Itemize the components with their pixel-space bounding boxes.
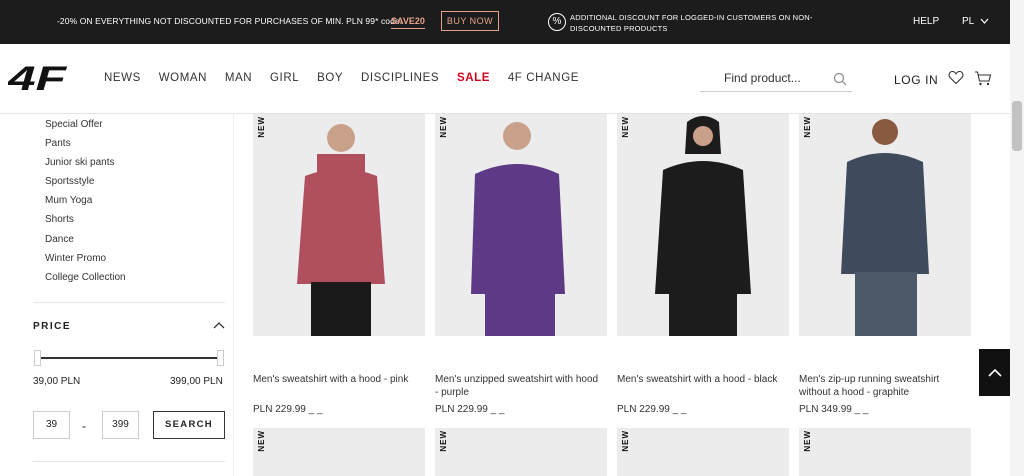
product-card[interactable]: NEW Men's zip-up running sweatshirt with… xyxy=(799,114,971,415)
category-item[interactable]: Pants xyxy=(45,138,71,149)
search-box xyxy=(700,66,852,92)
nav-item-woman[interactable]: WOMAN xyxy=(159,72,207,84)
divider xyxy=(33,302,225,303)
category-item[interactable]: Shorts xyxy=(45,214,74,225)
product-card[interactable]: NEW Men's sweatshirt with a hood - pink … xyxy=(253,114,425,415)
category-item[interactable]: Junior ski pants xyxy=(45,157,114,168)
price-max-label: 399,00 PLN xyxy=(170,376,223,387)
category-item[interactable]: Dance xyxy=(45,234,74,245)
main-header: 4F NEWS WOMAN MAN GIRL BOY DISCIPLINES S… xyxy=(0,44,1010,114)
product-image[interactable]: NEW xyxy=(799,428,971,476)
language-selector[interactable]: PL xyxy=(962,16,989,27)
scroll-to-top-button[interactable] xyxy=(979,349,1011,396)
new-badge: NEW xyxy=(439,116,448,138)
language-label: PL xyxy=(962,16,974,27)
divider xyxy=(33,461,225,462)
product-price: PLN 229.99 _ _ xyxy=(435,404,505,415)
price-min-input[interactable]: 39 xyxy=(33,411,70,439)
price-max-input[interactable]: 399 xyxy=(102,411,139,439)
help-link[interactable]: HELP xyxy=(913,16,939,27)
price-slider-track[interactable] xyxy=(37,357,219,359)
search-icon[interactable] xyxy=(833,72,847,86)
chevron-down-icon xyxy=(980,18,989,24)
nav-item-man[interactable]: MAN xyxy=(225,72,252,84)
product-image[interactable]: NEW xyxy=(799,114,971,336)
promo-bar: -20% ON EVERYTHING NOT DISCOUNTED FOR PU… xyxy=(0,0,1010,44)
product-card[interactable]: NEW Men's unzipped sweatshirt with hood … xyxy=(435,114,607,415)
category-item[interactable]: Special Offer xyxy=(45,119,103,130)
brand-logo[interactable]: 4F xyxy=(8,63,68,93)
nav-item-girl[interactable]: GIRL xyxy=(270,72,299,84)
discount-info: ADDITIONAL DISCOUNT FOR LOGGED-IN CUSTOM… xyxy=(570,13,813,33)
product-image[interactable]: NEW xyxy=(253,114,425,336)
product-image[interactable]: NEW xyxy=(617,428,789,476)
nav-item-boy[interactable]: BOY xyxy=(317,72,343,84)
new-badge: NEW xyxy=(257,116,266,138)
product-price: PLN 229.99 _ _ xyxy=(617,404,687,415)
nav-item-disciplines[interactable]: DISCIPLINES xyxy=(361,72,439,84)
product-name[interactable]: Men's unzipped sweatshirt with hood - pu… xyxy=(435,373,600,399)
chevron-up-icon[interactable] xyxy=(213,321,225,329)
search-input[interactable] xyxy=(700,66,820,90)
product-name[interactable]: Men's sweatshirt with a hood - pink xyxy=(253,373,418,386)
product-image[interactable]: NEW xyxy=(617,114,789,336)
nav-item-4f-change[interactable]: 4F CHANGE xyxy=(508,72,579,84)
heart-icon[interactable] xyxy=(948,70,964,85)
login-link[interactable]: LOG IN xyxy=(894,73,938,87)
promo-text: -20% ON EVERYTHING NOT DISCOUNTED FOR PU… xyxy=(57,16,403,26)
category-item[interactable]: Mum Yoga xyxy=(45,195,92,206)
price-min-label: 39,00 PLN xyxy=(33,376,81,387)
new-badge: NEW xyxy=(621,430,630,452)
product-photo xyxy=(655,116,751,336)
price-separator: - xyxy=(82,419,86,433)
product-price: PLN 349.99 _ _ xyxy=(799,404,869,415)
new-badge: NEW xyxy=(803,430,812,452)
new-badge: NEW xyxy=(803,116,812,138)
price-filter-title[interactable]: PRICE xyxy=(33,321,71,332)
new-badge: NEW xyxy=(439,430,448,452)
price-slider-min-handle[interactable] xyxy=(34,350,41,366)
product-price: PLN 229.99 _ _ xyxy=(253,404,323,415)
category-item[interactable]: Sportsstyle xyxy=(45,176,94,187)
new-badge: NEW xyxy=(257,430,266,452)
cart-icon[interactable] xyxy=(974,71,992,86)
chevron-up-icon xyxy=(988,368,1002,377)
product-image[interactable]: NEW xyxy=(435,428,607,476)
product-image[interactable]: NEW xyxy=(253,428,425,476)
nav-item-sale[interactable]: SALE xyxy=(457,72,490,84)
product-name[interactable]: Men's zip-up running sweatshirt without … xyxy=(799,373,964,399)
product-photo xyxy=(841,119,929,336)
price-slider-max-handle[interactable] xyxy=(217,350,224,366)
category-item[interactable]: Winter Promo xyxy=(45,253,106,264)
product-name[interactable]: Men's sweatshirt with a hood - black xyxy=(617,373,782,386)
buy-now-button[interactable]: BUY NOW xyxy=(441,11,499,31)
percent-icon: % xyxy=(548,13,566,31)
main-nav: NEWS WOMAN MAN GIRL BOY DISCIPLINES SALE… xyxy=(104,72,593,84)
product-photo xyxy=(297,124,385,336)
nav-item-news[interactable]: NEWS xyxy=(104,72,141,84)
product-photo xyxy=(471,122,565,336)
product-image[interactable]: NEW xyxy=(435,114,607,336)
logo-text: 4F xyxy=(8,63,68,93)
category-item[interactable]: College Collection xyxy=(45,272,126,283)
promo-code: SAVE20 xyxy=(391,16,425,29)
page-scrollbar[interactable] xyxy=(1010,0,1024,476)
price-search-button[interactable]: SEARCH xyxy=(153,411,225,439)
product-card[interactable]: NEW Men's sweatshirt with a hood - black… xyxy=(617,114,789,415)
scrollbar-thumb[interactable] xyxy=(1012,101,1022,151)
new-badge: NEW xyxy=(621,116,630,138)
